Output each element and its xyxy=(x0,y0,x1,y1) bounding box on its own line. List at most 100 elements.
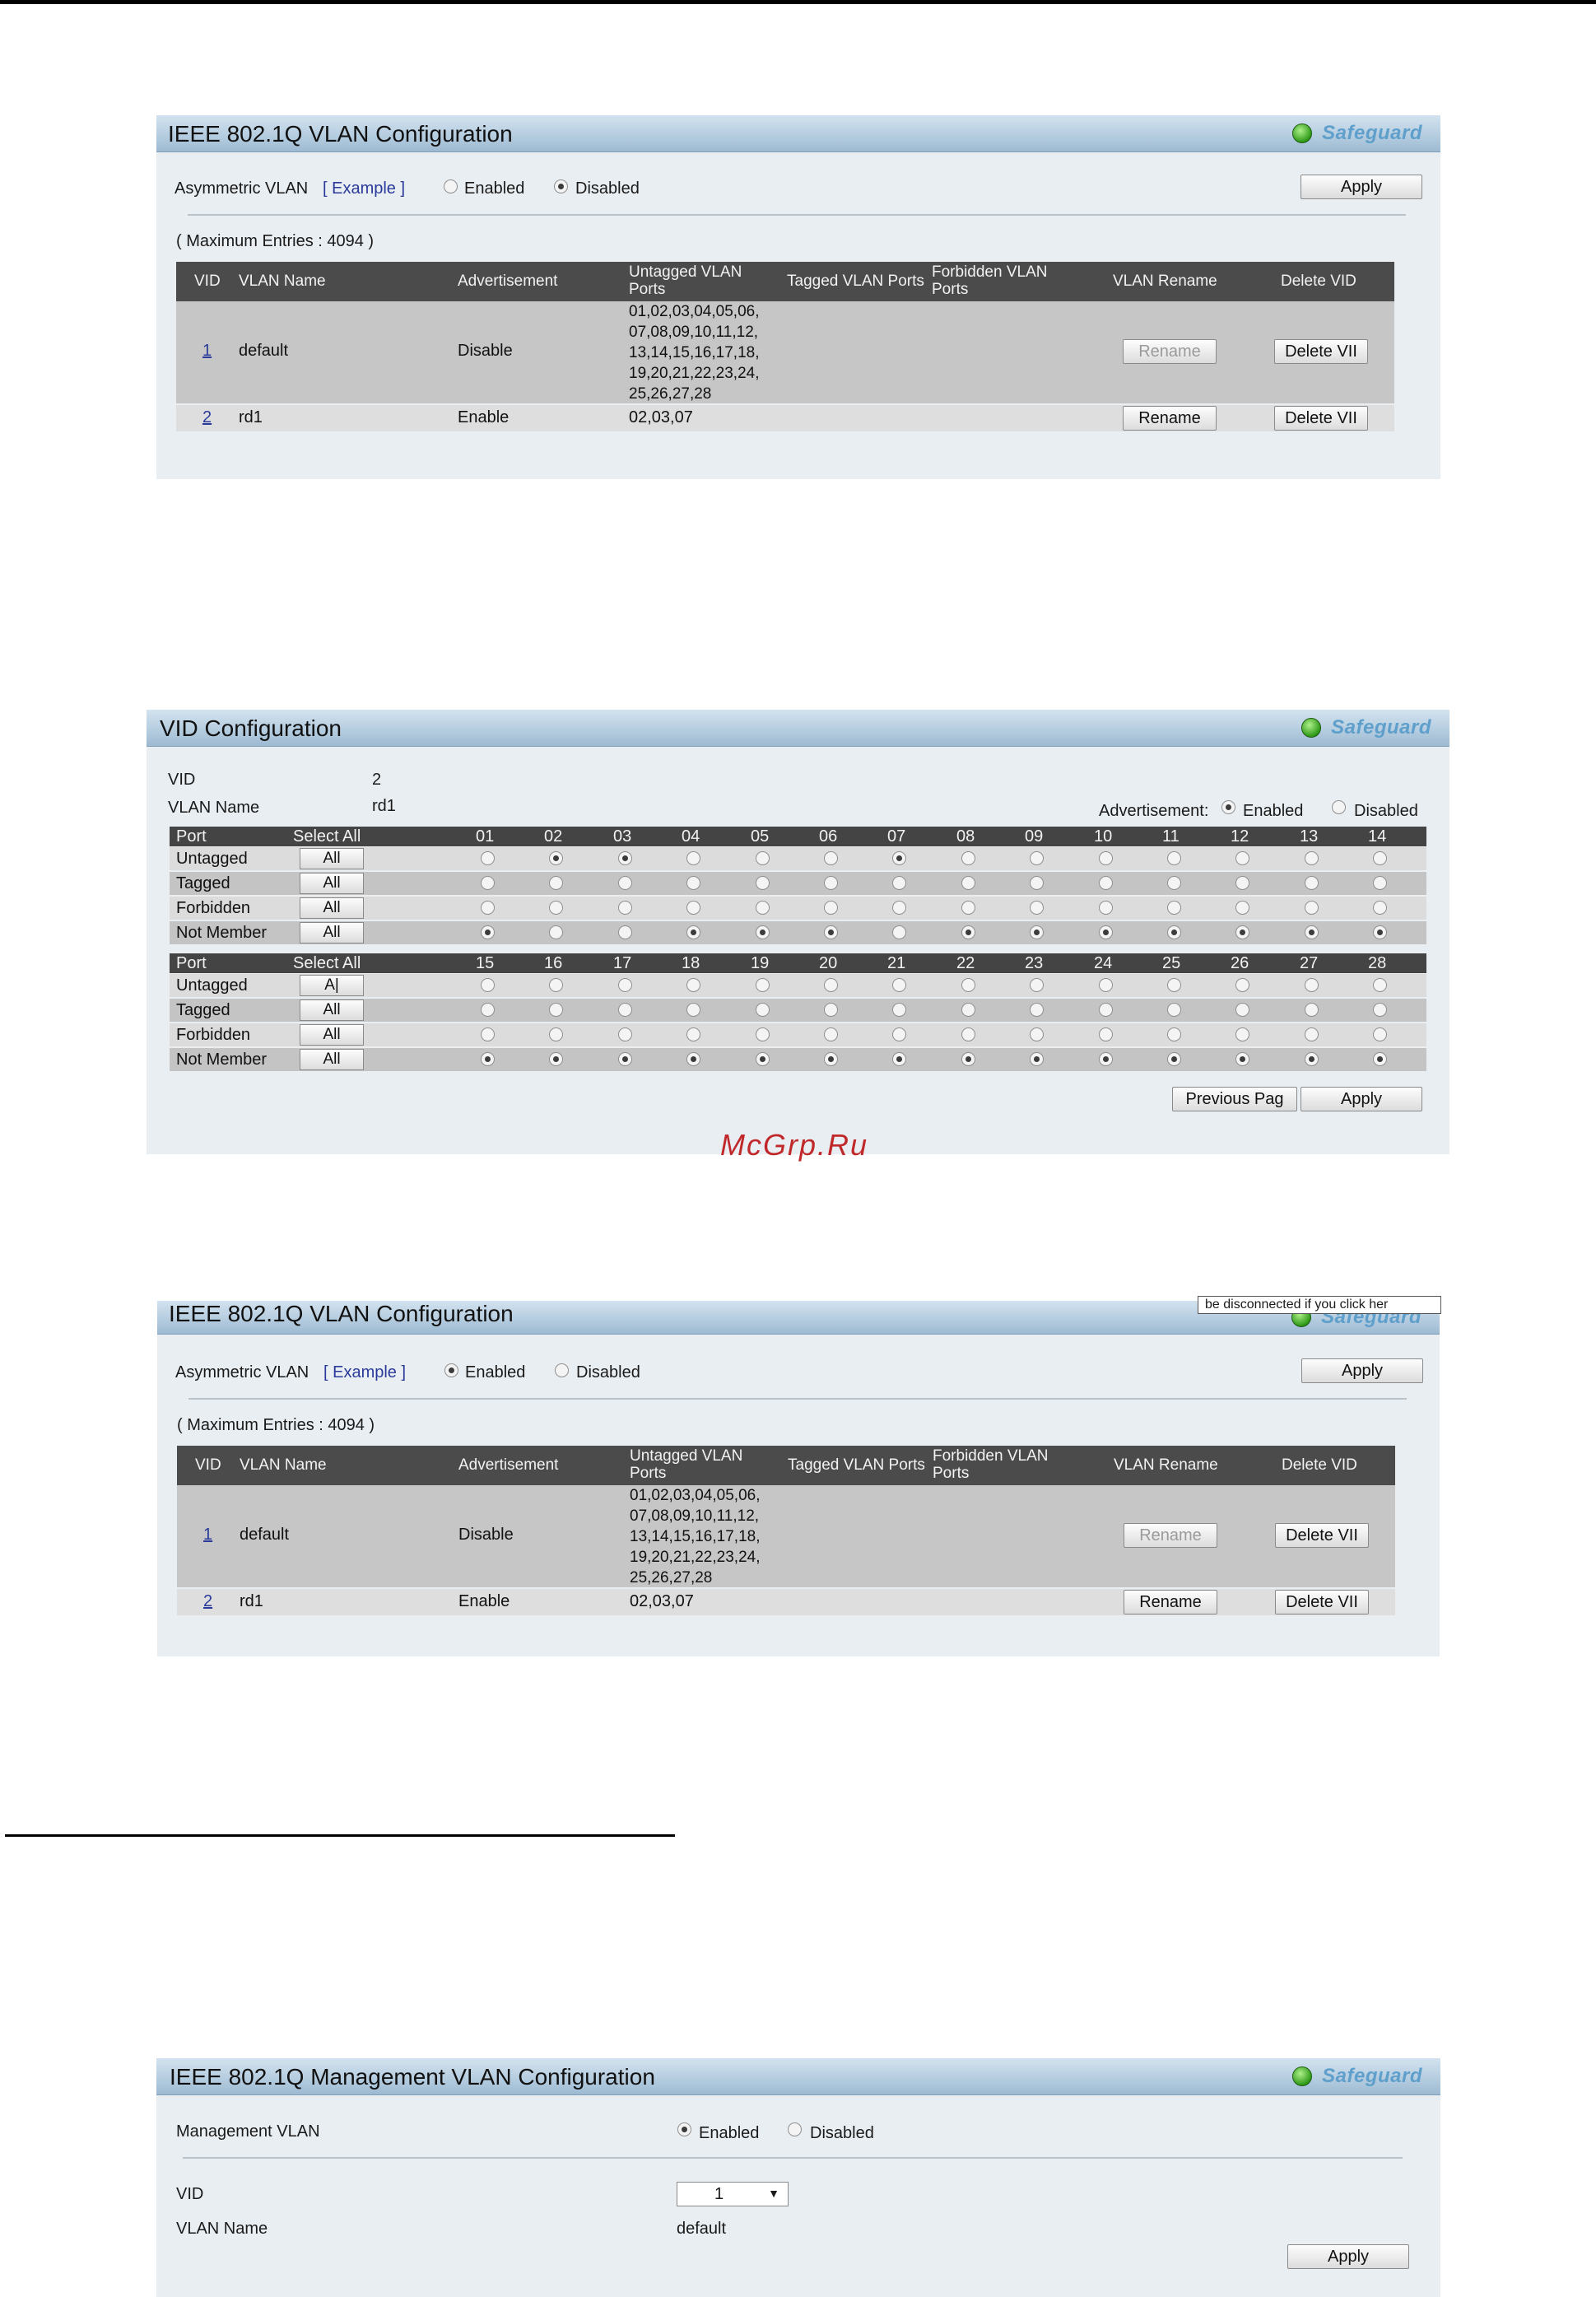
port-radio[interactable] xyxy=(824,978,838,992)
port-radio[interactable] xyxy=(961,925,975,939)
port-radio[interactable] xyxy=(1373,1003,1387,1017)
port-radio[interactable] xyxy=(1305,851,1319,865)
port-radio[interactable] xyxy=(481,901,495,915)
port-radio[interactable] xyxy=(892,925,906,939)
port-radio[interactable] xyxy=(1235,1027,1249,1041)
port-radio[interactable] xyxy=(686,1027,700,1041)
port-radio[interactable] xyxy=(686,1003,700,1017)
port-radio[interactable] xyxy=(824,851,838,865)
apply-button[interactable]: Apply xyxy=(1301,175,1422,199)
port-radio[interactable] xyxy=(756,876,770,890)
port-radio[interactable] xyxy=(1099,851,1113,865)
port-radio[interactable] xyxy=(686,876,700,890)
port-radio[interactable] xyxy=(1167,1027,1181,1041)
port-radio[interactable] xyxy=(1030,925,1044,939)
port-radio[interactable] xyxy=(686,901,700,915)
port-radio[interactable] xyxy=(756,925,770,939)
port-radio[interactable] xyxy=(1235,876,1249,890)
rename-button[interactable]: Rename xyxy=(1124,1590,1217,1614)
delete-vid-button[interactable]: Delete VII xyxy=(1275,1590,1369,1614)
port-radio[interactable] xyxy=(1167,1052,1181,1066)
port-radio[interactable] xyxy=(1030,901,1044,915)
port-radio[interactable] xyxy=(481,1003,495,1017)
port-radio[interactable] xyxy=(618,925,632,939)
port-radio[interactable] xyxy=(892,901,906,915)
port-radio[interactable] xyxy=(618,901,632,915)
port-radio[interactable] xyxy=(1167,925,1181,939)
port-radio[interactable] xyxy=(549,851,563,865)
port-radio[interactable] xyxy=(1030,978,1044,992)
port-radio[interactable] xyxy=(618,1052,632,1066)
port-radio[interactable] xyxy=(618,876,632,890)
port-radio[interactable] xyxy=(1305,1052,1319,1066)
port-radio[interactable] xyxy=(756,1003,770,1017)
port-radio[interactable] xyxy=(1373,876,1387,890)
port-radio[interactable] xyxy=(824,876,838,890)
port-radio[interactable] xyxy=(1167,851,1181,865)
port-radio[interactable] xyxy=(1373,978,1387,992)
port-radio[interactable] xyxy=(686,978,700,992)
port-radio[interactable] xyxy=(756,978,770,992)
asym-disabled-radio[interactable] xyxy=(554,179,568,193)
rename-button[interactable]: Rename xyxy=(1123,339,1217,364)
port-radio[interactable] xyxy=(756,1052,770,1066)
vid-select[interactable]: 1 ▼ xyxy=(677,2182,789,2206)
port-radio[interactable] xyxy=(824,1003,838,1017)
previous-page-button[interactable]: Previous Pag xyxy=(1172,1087,1297,1111)
port-radio[interactable] xyxy=(1305,901,1319,915)
port-radio[interactable] xyxy=(961,876,975,890)
adv-enabled-radio[interactable] xyxy=(1221,800,1235,814)
port-radio[interactable] xyxy=(892,851,906,865)
port-radio[interactable] xyxy=(481,978,495,992)
port-radio[interactable] xyxy=(1167,1003,1181,1017)
port-radio[interactable] xyxy=(1373,925,1387,939)
port-radio[interactable] xyxy=(1235,1003,1249,1017)
port-radio[interactable] xyxy=(549,901,563,915)
port-radio[interactable] xyxy=(549,1052,563,1066)
port-radio[interactable] xyxy=(1030,1052,1044,1066)
port-radio[interactable] xyxy=(961,1003,975,1017)
port-radio[interactable] xyxy=(1099,1052,1113,1066)
port-radio[interactable] xyxy=(824,1052,838,1066)
port-radio[interactable] xyxy=(549,1027,563,1041)
port-radio[interactable] xyxy=(481,1027,495,1041)
port-radio[interactable] xyxy=(1167,901,1181,915)
vid-link[interactable]: 1 xyxy=(203,1526,212,1545)
vid-link[interactable]: 1 xyxy=(202,342,212,361)
port-radio[interactable] xyxy=(892,1003,906,1017)
port-radio[interactable] xyxy=(1030,1003,1044,1017)
port-radio[interactable] xyxy=(549,978,563,992)
port-radio[interactable] xyxy=(481,925,495,939)
port-radio[interactable] xyxy=(1235,851,1249,865)
select-all-button[interactable]: All xyxy=(300,848,364,869)
port-radio[interactable] xyxy=(1305,1003,1319,1017)
asym-disabled-radio[interactable] xyxy=(555,1363,569,1377)
delete-vid-button[interactable]: Delete VII xyxy=(1274,339,1368,364)
port-radio[interactable] xyxy=(1099,1027,1113,1041)
port-radio[interactable] xyxy=(618,978,632,992)
asym-enabled-radio[interactable] xyxy=(444,1363,458,1377)
port-radio[interactable] xyxy=(1305,978,1319,992)
asym-enabled-radio[interactable] xyxy=(444,179,458,193)
port-radio[interactable] xyxy=(1305,876,1319,890)
port-radio[interactable] xyxy=(824,1027,838,1041)
select-all-button[interactable]: All xyxy=(300,922,364,943)
port-radio[interactable] xyxy=(618,1003,632,1017)
port-radio[interactable] xyxy=(756,1027,770,1041)
port-radio[interactable] xyxy=(1099,925,1113,939)
example-link[interactable]: [ Example ] xyxy=(323,1363,406,1382)
port-radio[interactable] xyxy=(1030,851,1044,865)
port-radio[interactable] xyxy=(1373,901,1387,915)
port-radio[interactable] xyxy=(892,1052,906,1066)
port-radio[interactable] xyxy=(686,925,700,939)
delete-vid-button[interactable]: Delete VII xyxy=(1275,1523,1369,1548)
port-radio[interactable] xyxy=(756,851,770,865)
port-radio[interactable] xyxy=(549,876,563,890)
mgmt-disabled-radio[interactable] xyxy=(788,2122,802,2136)
port-radio[interactable] xyxy=(1099,876,1113,890)
select-all-button[interactable]: All xyxy=(300,999,364,1021)
vid-link[interactable]: 2 xyxy=(202,408,212,427)
port-radio[interactable] xyxy=(1030,1027,1044,1041)
port-radio[interactable] xyxy=(549,1003,563,1017)
apply-button[interactable]: Apply xyxy=(1301,1087,1422,1111)
